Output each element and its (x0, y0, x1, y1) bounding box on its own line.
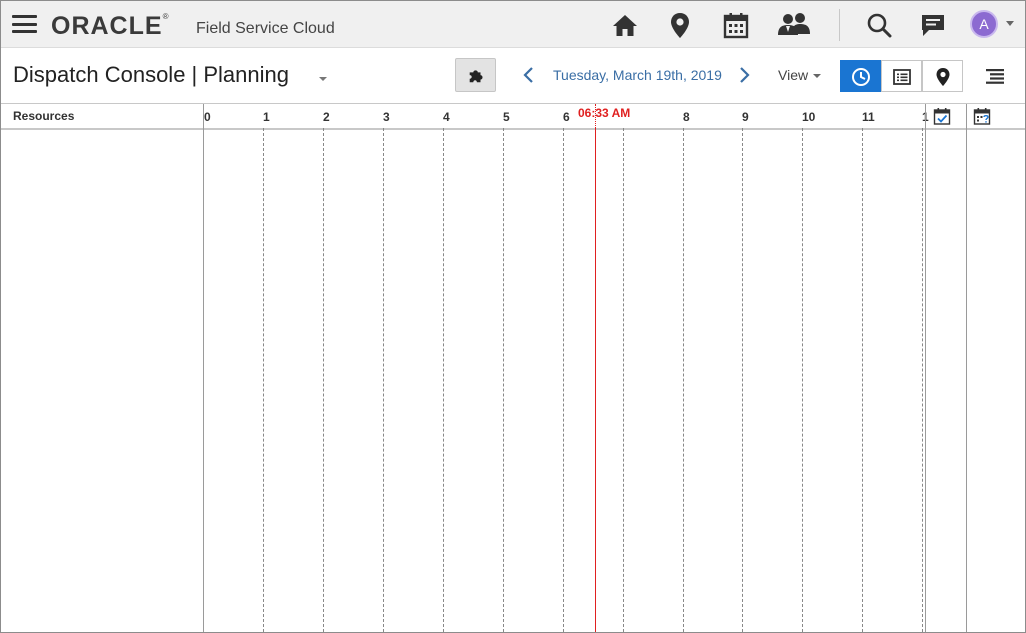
hour-label: 3 (383, 110, 390, 124)
chevron-down-icon[interactable] (813, 74, 821, 78)
chevron-down-icon[interactable] (319, 77, 327, 81)
top-bar: ORACLE® Field Service Cloud A (1, 1, 1025, 48)
calendar-icon[interactable] (722, 11, 750, 39)
options-menu-icon[interactable] (986, 68, 1004, 84)
puzzle-icon (469, 70, 483, 83)
hour-label: 9 (742, 110, 749, 124)
message-icon[interactable] (919, 11, 947, 39)
calendar-check-icon[interactable] (933, 107, 951, 125)
view-dropdown[interactable]: View (778, 67, 808, 83)
timeline-header: Resources 0 1 2 3 4 5 6 8 9 10 11 1 (1, 104, 1025, 130)
current-time-label: 06:33 AM (578, 106, 631, 120)
search-icon[interactable] (865, 11, 893, 39)
app-window: ORACLE® Field Service Cloud A Dispatch C… (0, 0, 1026, 633)
map-pin-icon (936, 68, 950, 86)
clock-icon (852, 68, 870, 86)
current-date[interactable]: Tuesday, March 19th, 2019 (553, 67, 722, 83)
toolbar-divider (839, 9, 840, 41)
hour-label: 2 (323, 110, 330, 124)
hour-label: 11 (862, 110, 875, 124)
hour-label: 10 (802, 110, 816, 124)
resources-list (1, 130, 203, 632)
timeline-end-divider (925, 104, 926, 632)
hour-label: 5 (503, 110, 510, 124)
hour-label: 6 (563, 110, 570, 124)
timeline-grid-area[interactable] (204, 130, 925, 632)
location-pin-icon[interactable] (666, 11, 694, 39)
chevron-down-icon[interactable] (1006, 21, 1014, 26)
next-day-chevron-icon[interactable] (737, 66, 751, 84)
user-avatar[interactable]: A (970, 10, 998, 38)
list-view-button[interactable] (881, 60, 922, 92)
hour-label: 0 (204, 110, 211, 124)
users-icon[interactable] (777, 11, 811, 39)
hour-label: 1 (263, 110, 270, 124)
time-view-button[interactable] (840, 60, 881, 92)
resources-column-header: Resources (13, 109, 75, 123)
oracle-logo: ORACLE® (51, 12, 170, 40)
hour-label: 8 (683, 110, 690, 124)
map-view-button[interactable] (922, 60, 963, 92)
previous-day-chevron-icon[interactable] (522, 66, 536, 84)
product-name: Field Service Cloud (196, 20, 335, 37)
list-icon (893, 69, 911, 85)
page-header: Dispatch Console | Planning Tuesday, Mar… (1, 48, 1025, 104)
hamburger-menu-icon[interactable] (12, 15, 37, 33)
calendar-column-divider (966, 104, 967, 632)
calendar-question-icon[interactable] (973, 107, 991, 125)
home-icon[interactable] (611, 11, 639, 39)
page-title[interactable]: Dispatch Console | Planning (13, 62, 289, 88)
plugin-button[interactable] (455, 58, 496, 92)
hour-label: 4 (443, 110, 450, 124)
